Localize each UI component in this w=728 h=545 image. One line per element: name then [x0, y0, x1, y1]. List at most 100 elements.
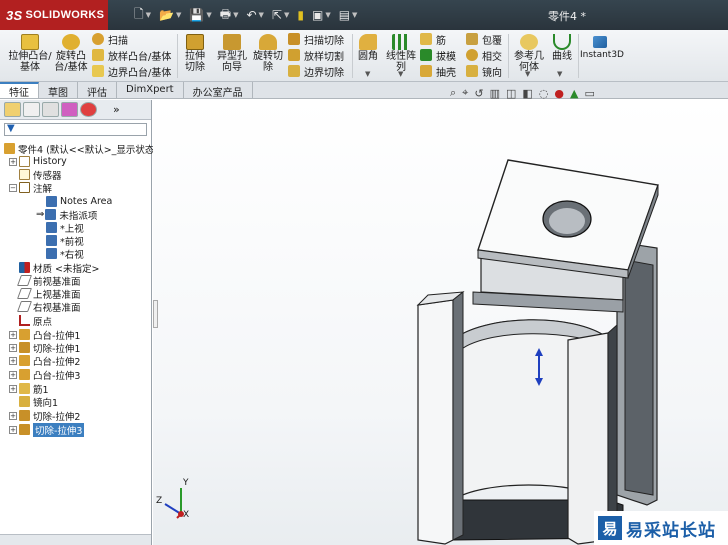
tree-item-annotations[interactable]: − 注解 — [9, 181, 52, 195]
tree-item-front-plane[interactable]: 前视基准面 — [16, 274, 81, 288]
collapse-icon[interactable]: − — [9, 183, 17, 192]
select-icon[interactable]: ⇱ — [272, 8, 282, 22]
loft-boss-button[interactable]: 放样凸台/基体 — [92, 47, 171, 63]
expand-icon[interactable]: + — [9, 330, 17, 339]
chevron-down-icon[interactable]: ▼ — [365, 70, 370, 78]
tree-item-top-view[interactable]: *上视 — [46, 221, 84, 235]
panel-horizontal-scrollbar[interactable] — [0, 534, 151, 545]
tab-office-products[interactable]: 办公室产品 — [184, 82, 253, 99]
expand-panel-icon[interactable]: » — [113, 103, 120, 116]
tab-dimxpert[interactable]: DimXpert — [117, 82, 184, 98]
expand-icon[interactable]: + — [9, 370, 17, 379]
print-icon[interactable]: 🖶 — [220, 5, 231, 26]
tab-sketch[interactable]: 草图 — [39, 82, 78, 99]
tree-item-history[interactable]: + History — [9, 155, 67, 168]
save-icon[interactable]: 💾 — [189, 8, 204, 22]
tree-item-top-plane[interactable]: 上视基准面 — [16, 287, 81, 301]
boundary-cut-button[interactable]: 边界切除 — [288, 63, 344, 79]
hide-show-icon[interactable]: ◌ — [539, 87, 549, 100]
expand-icon[interactable]: + — [9, 343, 17, 352]
rib-button[interactable]: 筋 — [420, 31, 446, 47]
appearance-icon[interactable]: ● — [554, 87, 564, 100]
section-view-icon[interactable]: ▥ — [490, 87, 500, 100]
view-settings-icon[interactable]: ▭ — [585, 87, 595, 100]
shell-button[interactable]: 抽壳 — [420, 63, 456, 79]
feature-manager-tab-icon[interactable] — [4, 102, 21, 117]
options-icon[interactable]: ▤ — [339, 8, 350, 22]
tree-item-rib1[interactable]: + 筋1 — [9, 382, 49, 396]
new-icon[interactable]: 🗋 — [134, 5, 144, 26]
tab-evaluate[interactable]: 评估 — [78, 82, 117, 99]
lofted-cut-button[interactable]: 放样切割 — [288, 47, 344, 63]
file-props-icon[interactable]: ▣ — [312, 8, 323, 22]
revolve-cut-button[interactable]: 旋转切除 — [252, 34, 284, 73]
chevron-down-icon[interactable]: ▼ — [557, 70, 562, 78]
tree-item-right-plane[interactable]: 右视基准面 — [16, 300, 81, 314]
expand-icon[interactable]: + — [9, 425, 17, 434]
expand-icon[interactable]: + — [9, 411, 17, 420]
tree-item-mirror1[interactable]: 镜向1 — [19, 395, 58, 409]
chevron-down-icon[interactable]: ▼ — [398, 70, 403, 78]
tree-item-unassigned[interactable]: ⇒ 未指派项 — [36, 208, 97, 222]
chevron-down-icon[interactable]: ▼ — [525, 70, 530, 78]
revolve-boss-button[interactable]: 旋转凸台/基体 — [52, 34, 90, 73]
tree-root[interactable]: 零件4 (默认<<默认>_显示状态 — [4, 142, 154, 156]
tree-item-origin[interactable]: 原点 — [19, 314, 52, 328]
tree-item-boss-extrude2[interactable]: + 凸台-拉伸2 — [9, 354, 80, 368]
graphics-area[interactable]: Y Z X — [153, 100, 728, 545]
view-orientation-icon[interactable]: ◫ — [506, 87, 516, 100]
chevron-down-icon[interactable]: ▼ — [146, 11, 151, 19]
part-model[interactable] — [153, 100, 728, 545]
chevron-down-icon[interactable]: ▼ — [284, 11, 289, 19]
chevron-down-icon[interactable]: ▼ — [352, 11, 357, 19]
property-manager-tab-icon[interactable] — [23, 102, 40, 117]
dimxpert-manager-tab-icon[interactable] — [61, 102, 78, 117]
tree-item-cut-extrude2[interactable]: + 切除-拉伸2 — [9, 409, 80, 423]
undo-icon[interactable]: ↶ — [246, 8, 256, 22]
tree-item-sensors[interactable]: 传感器 — [19, 168, 62, 182]
tree-item-notes-area[interactable]: Notes Area — [46, 195, 112, 208]
swept-cut-button[interactable]: 扫描切除 — [288, 31, 344, 47]
fillet-button[interactable]: 圆角 — [356, 34, 380, 62]
open-icon[interactable]: 📂 — [159, 8, 174, 22]
reference-geometry-button[interactable]: 参考几何体 — [512, 34, 546, 73]
tree-item-cut-extrude3[interactable]: + 切除-拉伸3 — [9, 422, 85, 437]
chevron-down-icon[interactable]: ▼ — [176, 11, 181, 19]
tree-item-boss-extrude1[interactable]: + 凸台-拉伸1 — [9, 328, 80, 342]
chevron-down-icon[interactable]: ▼ — [259, 11, 264, 19]
tree-item-right-view[interactable]: *右视 — [46, 247, 84, 261]
mirror-button[interactable]: 镜向 — [466, 63, 502, 79]
instant3d-button[interactable]: Instant3D — [580, 36, 624, 61]
wrap-button[interactable]: 包覆 — [466, 31, 502, 47]
chevron-down-icon[interactable]: ▼ — [233, 11, 238, 19]
intersect-button[interactable]: 相交 — [466, 47, 502, 63]
linear-pattern-button[interactable]: 线性阵列 — [384, 34, 418, 73]
display-style-icon[interactable]: ◧ — [522, 87, 532, 100]
solidworks-logo[interactable]: 3S SOLIDWORKS — [0, 0, 108, 30]
extrude-cut-button[interactable]: 拉伸切除 — [180, 34, 210, 73]
tree-filter-input[interactable]: ▼ — [4, 123, 147, 136]
tree-item-front-view[interactable]: *前视 — [46, 234, 84, 248]
chevron-down-icon[interactable]: ▼ — [206, 11, 211, 19]
expand-icon[interactable]: + — [9, 356, 17, 365]
boundary-boss-button[interactable]: 边界凸台/基体 — [92, 63, 171, 79]
scene-icon[interactable]: ▲ — [570, 87, 578, 100]
zoom-to-fit-icon[interactable]: ⌕ — [450, 86, 456, 100]
expand-icon[interactable]: + — [9, 384, 17, 393]
tree-item-boss-extrude3[interactable]: + 凸台-拉伸3 — [9, 368, 80, 382]
previous-view-icon[interactable]: ↺ — [474, 87, 483, 100]
tab-features[interactable]: 特征 — [0, 82, 39, 99]
extrude-boss-button[interactable]: 拉伸凸台/基体 — [8, 34, 52, 73]
tree-item-material[interactable]: 材质 <未指定> — [19, 261, 99, 275]
draft-button[interactable]: 拔模 — [420, 47, 456, 63]
curves-button[interactable]: 曲线 — [550, 34, 574, 62]
tree-item-cut-extrude1[interactable]: + 切除-拉伸1 — [9, 341, 80, 355]
configuration-manager-tab-icon[interactable] — [42, 102, 59, 117]
rebuild-icon[interactable]: ▮ — [297, 8, 304, 22]
zoom-area-icon[interactable]: ⌖ — [462, 86, 468, 100]
sweep-button[interactable]: 扫描 — [92, 31, 128, 47]
chevron-down-icon[interactable]: ▼ — [325, 11, 330, 19]
expand-icon[interactable]: + — [9, 157, 17, 166]
hole-wizard-button[interactable]: 异型孔向导 — [214, 34, 250, 73]
display-manager-tab-icon[interactable] — [80, 102, 97, 117]
